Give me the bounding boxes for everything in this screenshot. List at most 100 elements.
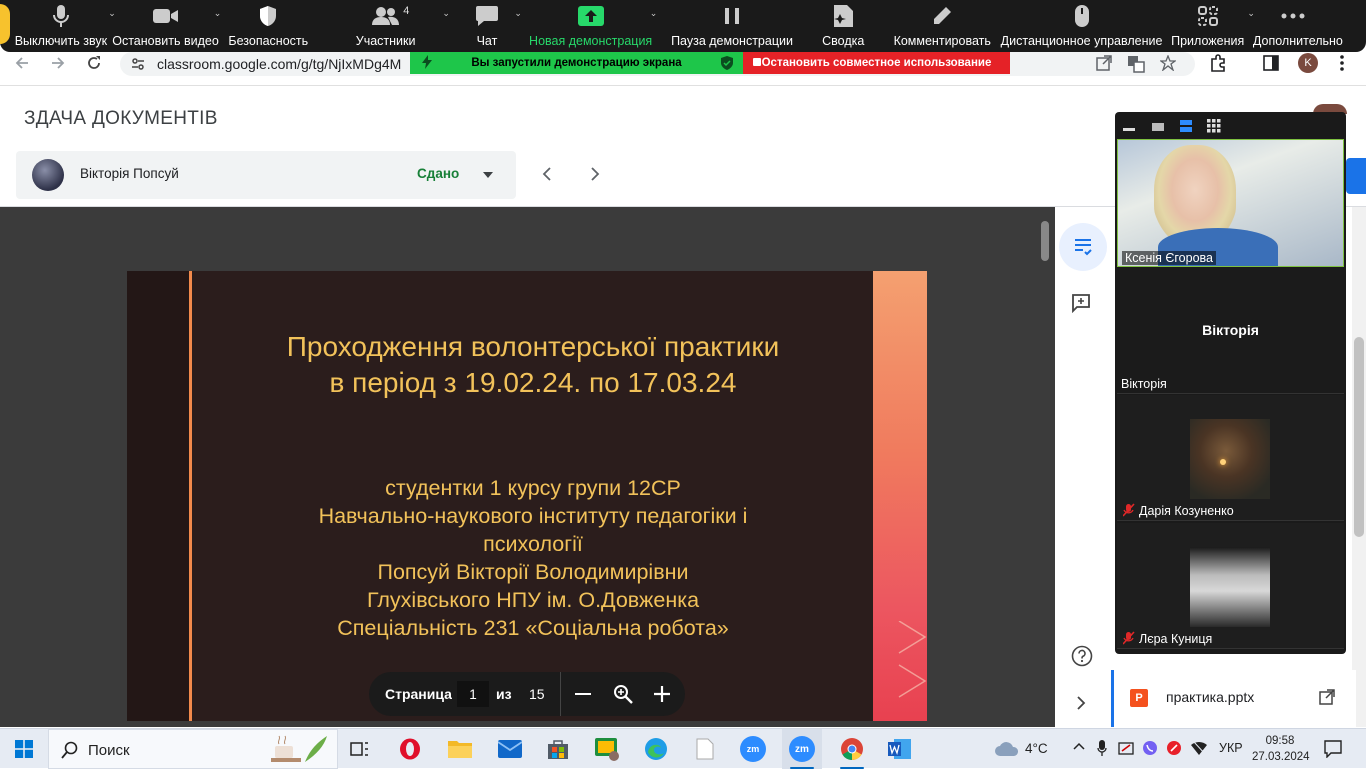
chat-button[interactable]: Чат ⌄	[454, 0, 522, 52]
remote-control-label: Дистанционное управление	[1000, 34, 1163, 48]
remote-control-button[interactable]: Дистанционное управление	[1000, 0, 1163, 52]
file-explorer-icon[interactable]	[440, 729, 480, 769]
comment-icon[interactable]	[1071, 293, 1091, 313]
participant-tile[interactable]: Лєра Куниця	[1117, 523, 1344, 649]
edge-icon[interactable]	[636, 729, 676, 769]
stop-share-button[interactable]: Остановить совместное использование	[743, 52, 1010, 74]
stop-video-label: Остановить видео	[112, 34, 219, 48]
student-avatar	[32, 159, 64, 191]
more-button[interactable]: Дополнительно	[1253, 0, 1366, 52]
reload-icon[interactable]	[86, 55, 102, 71]
student-selector[interactable]: Вікторія Попсуй Сдано	[16, 151, 516, 199]
input-language[interactable]: УКР	[1219, 741, 1243, 755]
weather-cloud-icon[interactable]	[994, 741, 1020, 757]
participants-icon: 4	[371, 3, 409, 29]
minimize-icon[interactable]	[1123, 128, 1135, 131]
side-panel-icon[interactable]	[1263, 55, 1279, 71]
attachment-item[interactable]: P практика.pptx	[1111, 670, 1356, 727]
chrome-menu-icon[interactable]	[1340, 55, 1344, 71]
viewer-scrollbar-thumb[interactable]	[1041, 221, 1049, 261]
return-button-edge[interactable]	[1346, 158, 1366, 194]
speaker-view-icon[interactable]	[1152, 123, 1164, 131]
document-icon[interactable]	[685, 729, 725, 769]
previous-student-icon[interactable]	[542, 167, 552, 181]
windows-start-icon[interactable]	[4, 729, 44, 769]
bookmark-star-icon[interactable]	[1160, 55, 1176, 71]
chevron-down-icon[interactable]: ⌄	[442, 8, 450, 19]
zoom-icon[interactable]	[613, 684, 633, 704]
task-view-icon[interactable]	[340, 729, 380, 769]
mute-button[interactable]: Выключить звук ⌄	[10, 0, 116, 52]
slide-accent-line	[189, 271, 192, 721]
notifications-icon[interactable]	[1324, 740, 1342, 758]
weather-temperature[interactable]: 4°C	[1025, 741, 1048, 756]
attachment-file-name[interactable]: практика.pptx	[1166, 689, 1254, 705]
zoom-in-icon[interactable]	[653, 685, 671, 703]
tray-app-red-icon[interactable]	[1166, 740, 1182, 756]
clock[interactable]: 09:58 27.03.2024	[1252, 733, 1310, 765]
tray-microphone-icon[interactable]	[1097, 739, 1107, 757]
opera-icon[interactable]	[390, 729, 430, 769]
zoom-meeting-taskbar-button[interactable]: zm	[782, 729, 822, 769]
back-arrow-icon[interactable]	[14, 55, 30, 71]
page-title: ЗДАЧА ДОКУМЕНТІВ	[24, 108, 218, 129]
participant-tile[interactable]: Вікторія Вікторія	[1117, 268, 1344, 394]
pause-share-button[interactable]: Пауза демонстрации	[661, 0, 802, 52]
slide-title-line-1: Проходження волонтерської практики	[286, 331, 780, 362]
forward-arrow-icon[interactable]	[50, 55, 66, 71]
page-scrollbar-thumb[interactable]	[1354, 337, 1364, 537]
strip-view-icon[interactable]	[1180, 120, 1192, 132]
pause-icon	[723, 3, 741, 29]
participant-tile[interactable]: Ксенія Єгорова	[1117, 139, 1344, 267]
muted-mic-icon	[1123, 631, 1135, 645]
help-icon[interactable]	[1071, 645, 1093, 667]
url-text[interactable]: classroom.google.com/g/tg/NjIxMDg4M	[157, 56, 401, 72]
word-icon[interactable]	[880, 729, 920, 769]
open-in-new-icon[interactable]	[1096, 55, 1112, 71]
screen-share-banner: Вы запустили демонстрацию экрана Останов…	[410, 52, 1010, 74]
classroom-app-icon[interactable]	[588, 729, 628, 769]
grading-side-rail	[1055, 207, 1111, 727]
more-label: Дополнительно	[1252, 34, 1343, 48]
files-tab-button[interactable]	[1059, 223, 1107, 271]
search-highlight-illustration	[271, 734, 331, 764]
page-label: Страница	[385, 686, 452, 702]
slide-right-band	[873, 271, 927, 721]
page-scrollbar[interactable]	[1352, 207, 1366, 727]
participants-count: 4	[403, 5, 410, 17]
summary-button[interactable]: Сводка	[803, 0, 884, 52]
taskbar-search-box[interactable]: Поиск	[48, 729, 338, 769]
expand-panel-icon[interactable]	[1076, 696, 1086, 710]
chrome-taskbar-button[interactable]	[832, 729, 872, 769]
page-navigator: Страница 1 из 15	[369, 672, 685, 716]
open-file-icon[interactable]	[1319, 689, 1335, 705]
slide-body-line: Навчально-наукового інституту педагогіки…	[318, 504, 748, 528]
apps-button[interactable]: Приложения ⌄	[1162, 0, 1255, 52]
site-settings-icon[interactable]	[130, 56, 146, 72]
chevron-down-icon[interactable]: ⌄	[650, 8, 658, 19]
extensions-icon[interactable]	[1209, 54, 1227, 72]
grid-view-icon[interactable]	[1207, 119, 1221, 133]
chevron-up-icon[interactable]	[1073, 742, 1085, 750]
participant-tile[interactable]: Дарія Козуненко	[1117, 395, 1344, 521]
participant-display-name: Вікторія	[1202, 322, 1259, 338]
translate-icon[interactable]	[1127, 55, 1145, 73]
zoom-out-icon[interactable]	[575, 693, 591, 695]
zoom-app-icon[interactable]: zm	[733, 729, 773, 769]
profile-avatar[interactable]: K	[1298, 53, 1318, 73]
security-button[interactable]: Безопасность	[219, 0, 317, 52]
pencil-icon	[932, 3, 952, 29]
current-page-input[interactable]: 1	[457, 681, 489, 707]
stop-video-button[interactable]: Остановить видео ⌄	[112, 0, 221, 52]
dropdown-arrow-icon[interactable]	[483, 172, 493, 178]
new-share-button[interactable]: Новая демонстрация ⌄	[520, 0, 661, 52]
mail-icon[interactable]	[490, 729, 530, 769]
zoom-tray-icon[interactable]	[1118, 740, 1134, 756]
store-icon[interactable]	[538, 729, 578, 769]
viber-tray-icon[interactable]	[1142, 740, 1158, 756]
slide-left-band	[127, 271, 189, 721]
annotate-button[interactable]: Комментировать	[884, 0, 1001, 52]
wifi-icon[interactable]	[1190, 740, 1208, 756]
participants-button[interactable]: 4 Участники ⌄	[317, 0, 454, 52]
next-student-icon[interactable]	[590, 167, 600, 181]
